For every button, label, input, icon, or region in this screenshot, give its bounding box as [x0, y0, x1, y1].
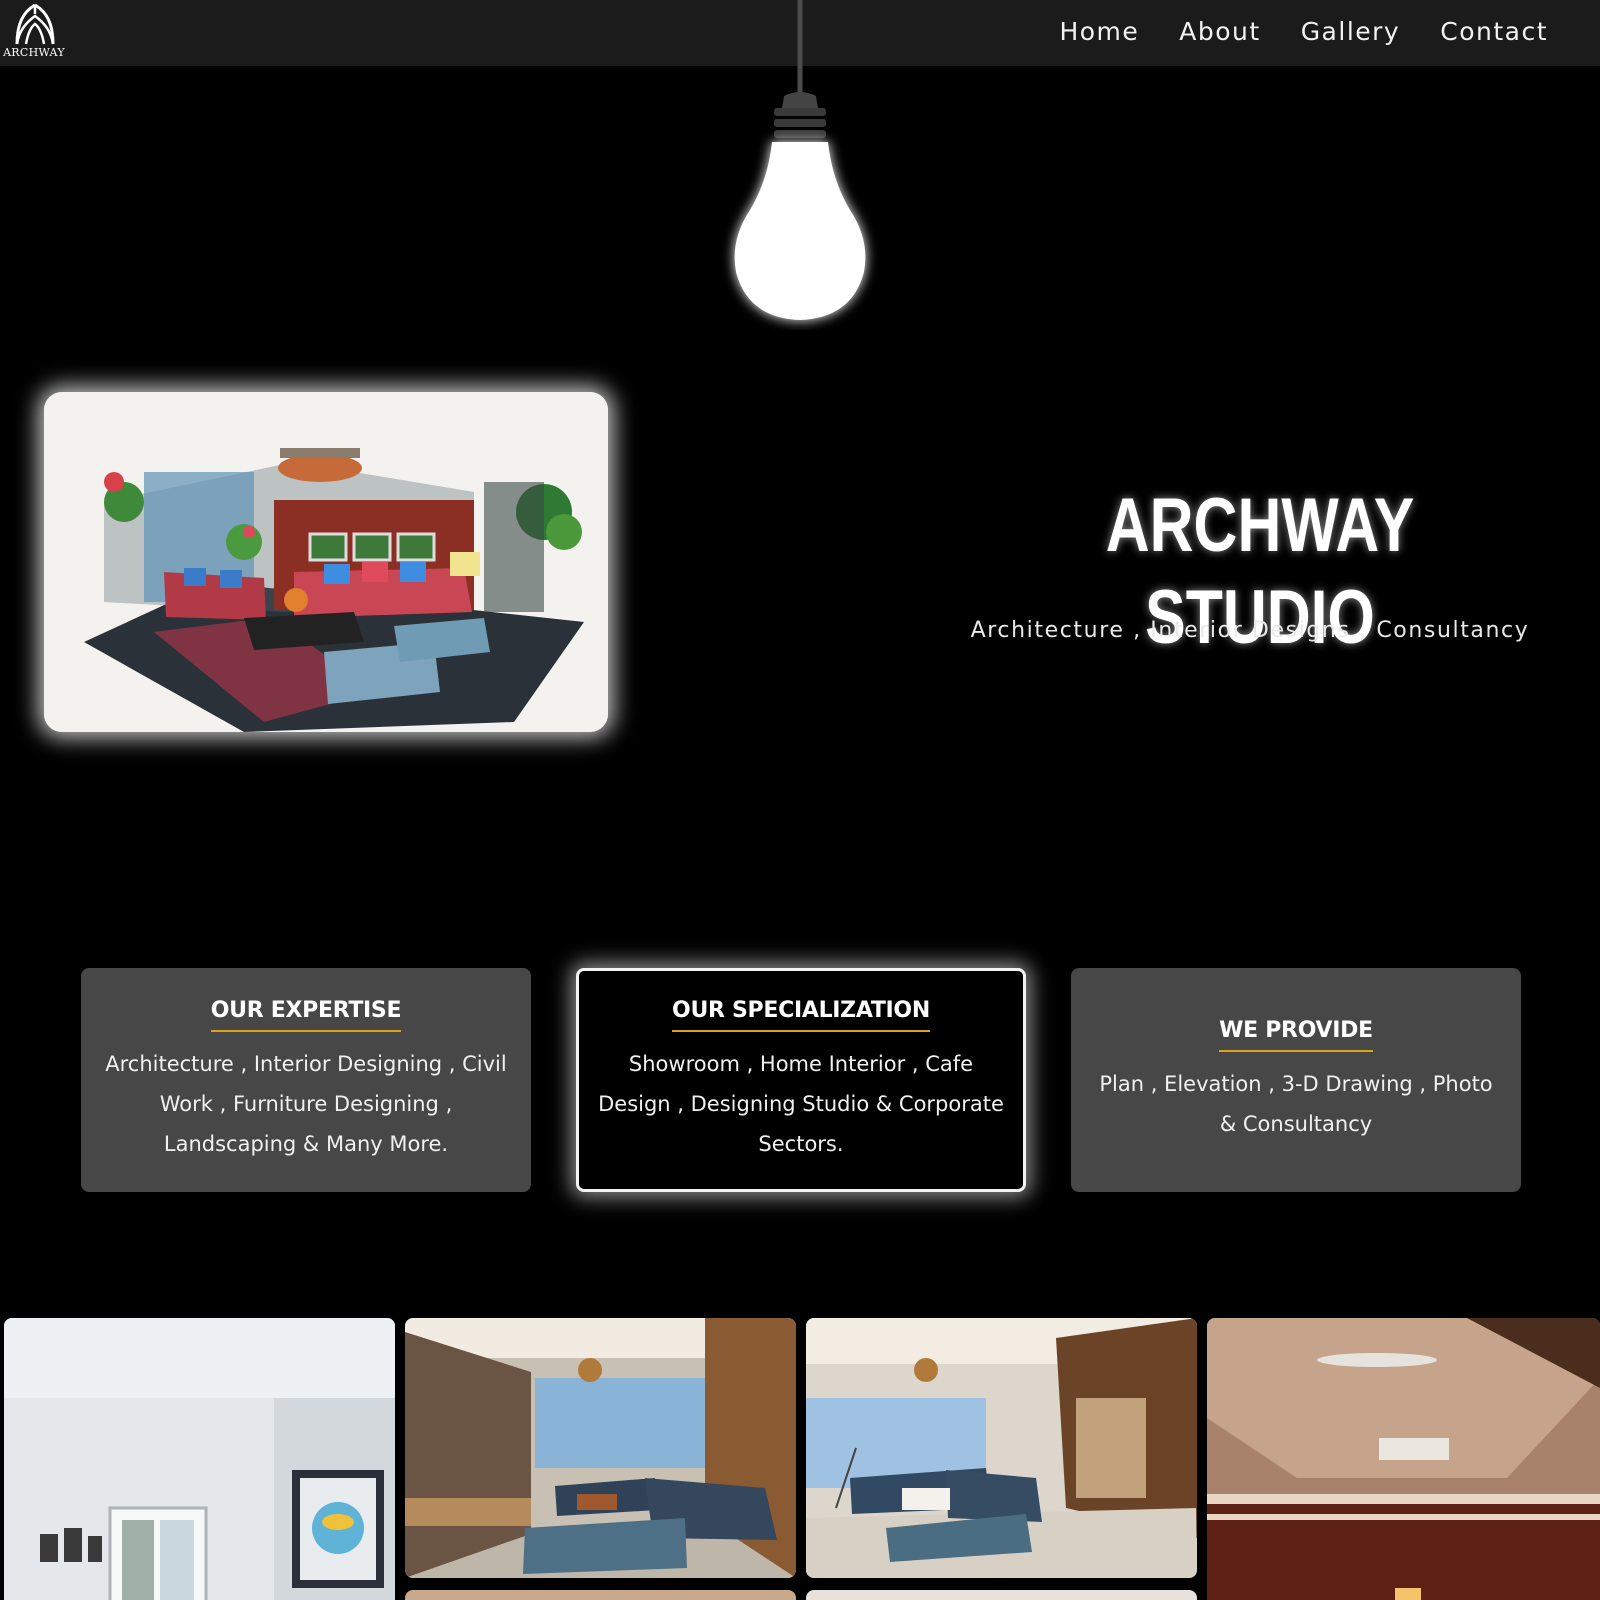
specialization-card[interactable]: OUR SPECIALIZATION Showroom , Home Inter…: [576, 968, 1026, 1192]
archway-logo-icon: [15, 3, 55, 45]
expertise-card[interactable]: OUR EXPERTISE Architecture , Interior De…: [81, 968, 531, 1192]
ceiling-room-photo[interactable]: [1207, 1318, 1600, 1600]
partial-photo-6[interactable]: [806, 1590, 1197, 1600]
nav-contact-link[interactable]: Contact: [1440, 14, 1548, 50]
card-text: Showroom , Home Interior , Cafe Design ,…: [598, 1052, 1004, 1156]
navbar: ARCHWAY Home About Gallery Contact: [0, 0, 1600, 66]
partial-photo-5[interactable]: [405, 1590, 796, 1600]
bulb-glass: [734, 142, 866, 320]
nav-gallery-link[interactable]: Gallery: [1301, 14, 1401, 50]
living-room-photo-1[interactable]: [405, 1318, 796, 1578]
nav-home-link[interactable]: Home: [1059, 14, 1139, 50]
nav-menu: Home About Gallery Contact: [1059, 14, 1548, 50]
card-heading: WE PROVIDE: [1219, 1016, 1373, 1052]
bulb-socket: [774, 92, 826, 138]
logo-text: ARCHWAY: [3, 46, 65, 59]
we-provide-card[interactable]: WE PROVIDE Plan , Elevation , 3-D Drawin…: [1071, 968, 1521, 1192]
archway-logo[interactable]: ARCHWAY: [0, 0, 70, 66]
nav-about-link[interactable]: About: [1179, 14, 1260, 50]
white-room-photo[interactable]: [4, 1318, 395, 1600]
living-room-photo-2[interactable]: [806, 1318, 1197, 1578]
hero-subtitle: Architecture , Interior Designs , Consul…: [970, 618, 1530, 643]
card-text: Plan , Elevation , 3-D Drawing , Photo &…: [1099, 1072, 1493, 1136]
interior-sketch-image: [44, 392, 608, 732]
card-heading: OUR SPECIALIZATION: [672, 996, 930, 1032]
card-heading: OUR EXPERTISE: [210, 996, 402, 1032]
card-text: Architecture , Interior Designing , Civi…: [105, 1052, 507, 1156]
